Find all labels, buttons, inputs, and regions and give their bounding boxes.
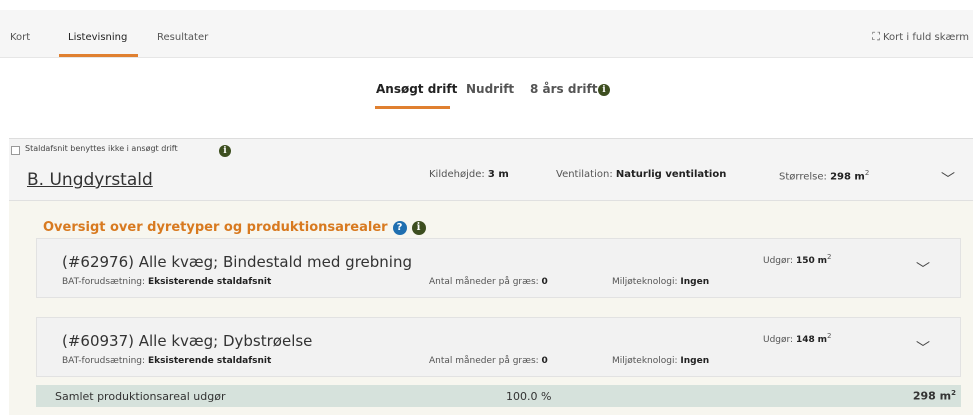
chevron-down-icon[interactable]: ﹀ (941, 169, 955, 189)
top-tab-bar: Kort Listevisning Resultater ⛶ Kort i fu… (0, 10, 973, 58)
bat-forudsaetning: BAT-forudsætning: Eksisterende staldafsn… (62, 356, 272, 366)
stable-title[interactable]: B. Ungdyrstald (27, 170, 153, 190)
tab-resultater[interactable]: Resultater (157, 32, 208, 43)
tab-ansogt-drift[interactable]: Ansøgt drift (376, 82, 457, 96)
miljoteknologi: Miljøteknologi: Ingen (612, 356, 710, 366)
staldafsnit-checkbox[interactable] (11, 146, 20, 155)
stable-header: Staldafsnit benyttes ikke i ansøgt drift… (9, 139, 973, 201)
tab-kort[interactable]: Kort (10, 32, 30, 43)
chevron-down-icon[interactable]: ﹀ (916, 338, 930, 358)
info-icon[interactable]: i (219, 145, 231, 157)
animal-card[interactable]: (#60937) Alle kvæg; Dybstrøelse BAT-foru… (36, 317, 961, 377)
active-tab-indicator (59, 54, 138, 57)
stable-section: Staldafsnit benyttes ikke i ansøgt drift… (9, 138, 973, 415)
overview-title: Oversigt over dyretyper og produktionsar… (43, 220, 426, 235)
tab-nudrift[interactable]: Nudrift (466, 82, 514, 96)
tab-8-ars-drift[interactable]: 8 års drift (530, 82, 597, 96)
miljoteknologi: Miljøteknologi: Ingen (612, 277, 710, 287)
info-icon[interactable]: i (598, 84, 610, 96)
help-icon[interactable]: ? (392, 220, 407, 235)
ventilation: Ventilation: Naturlig ventilation (556, 169, 727, 180)
fullscreen-icon: ⛶ (872, 30, 880, 43)
bat-forudsaetning: BAT-forudsætning: Eksisterende staldafsn… (62, 277, 272, 287)
fullscreen-label: Kort i fuld skærm (882, 31, 969, 43)
animal-card[interactable]: (#62976) Alle kvæg; Bindestald med grebn… (36, 238, 961, 298)
udgor: Udgør: 148 m2 (763, 332, 832, 345)
total-label: Samlet produktionsareal udgør (55, 390, 226, 403)
active-drift-indicator (375, 106, 450, 109)
total-percent: 100.0 % (506, 390, 552, 403)
total-row: Samlet produktionsareal udgør 100.0 % 29… (36, 385, 961, 407)
animal-title: (#60937) Alle kvæg; Dybstrøelse (62, 332, 313, 350)
info-icon[interactable]: i (411, 220, 426, 235)
udgor: Udgør: 150 m2 (763, 253, 832, 266)
kildehojde: Kildehøjde: 3 m (429, 169, 509, 180)
animal-title: (#62976) Alle kvæg; Bindestald med grebn… (62, 253, 412, 271)
fullscreen-button[interactable]: ⛶ Kort i fuld skærm (872, 30, 969, 44)
graes-months: Antal måneder på græs: 0 (429, 277, 548, 287)
tab-listevisning[interactable]: Listevisning (68, 32, 127, 43)
graes-months: Antal måneder på græs: 0 (429, 356, 548, 366)
storrelse: Størrelse: 298 m2 (779, 169, 870, 183)
checkbox-label: Staldafsnit benyttes ikke i ansøgt drift (25, 144, 178, 153)
total-area: 298 m2 (912, 389, 956, 403)
chevron-down-icon[interactable]: ﹀ (916, 259, 930, 279)
